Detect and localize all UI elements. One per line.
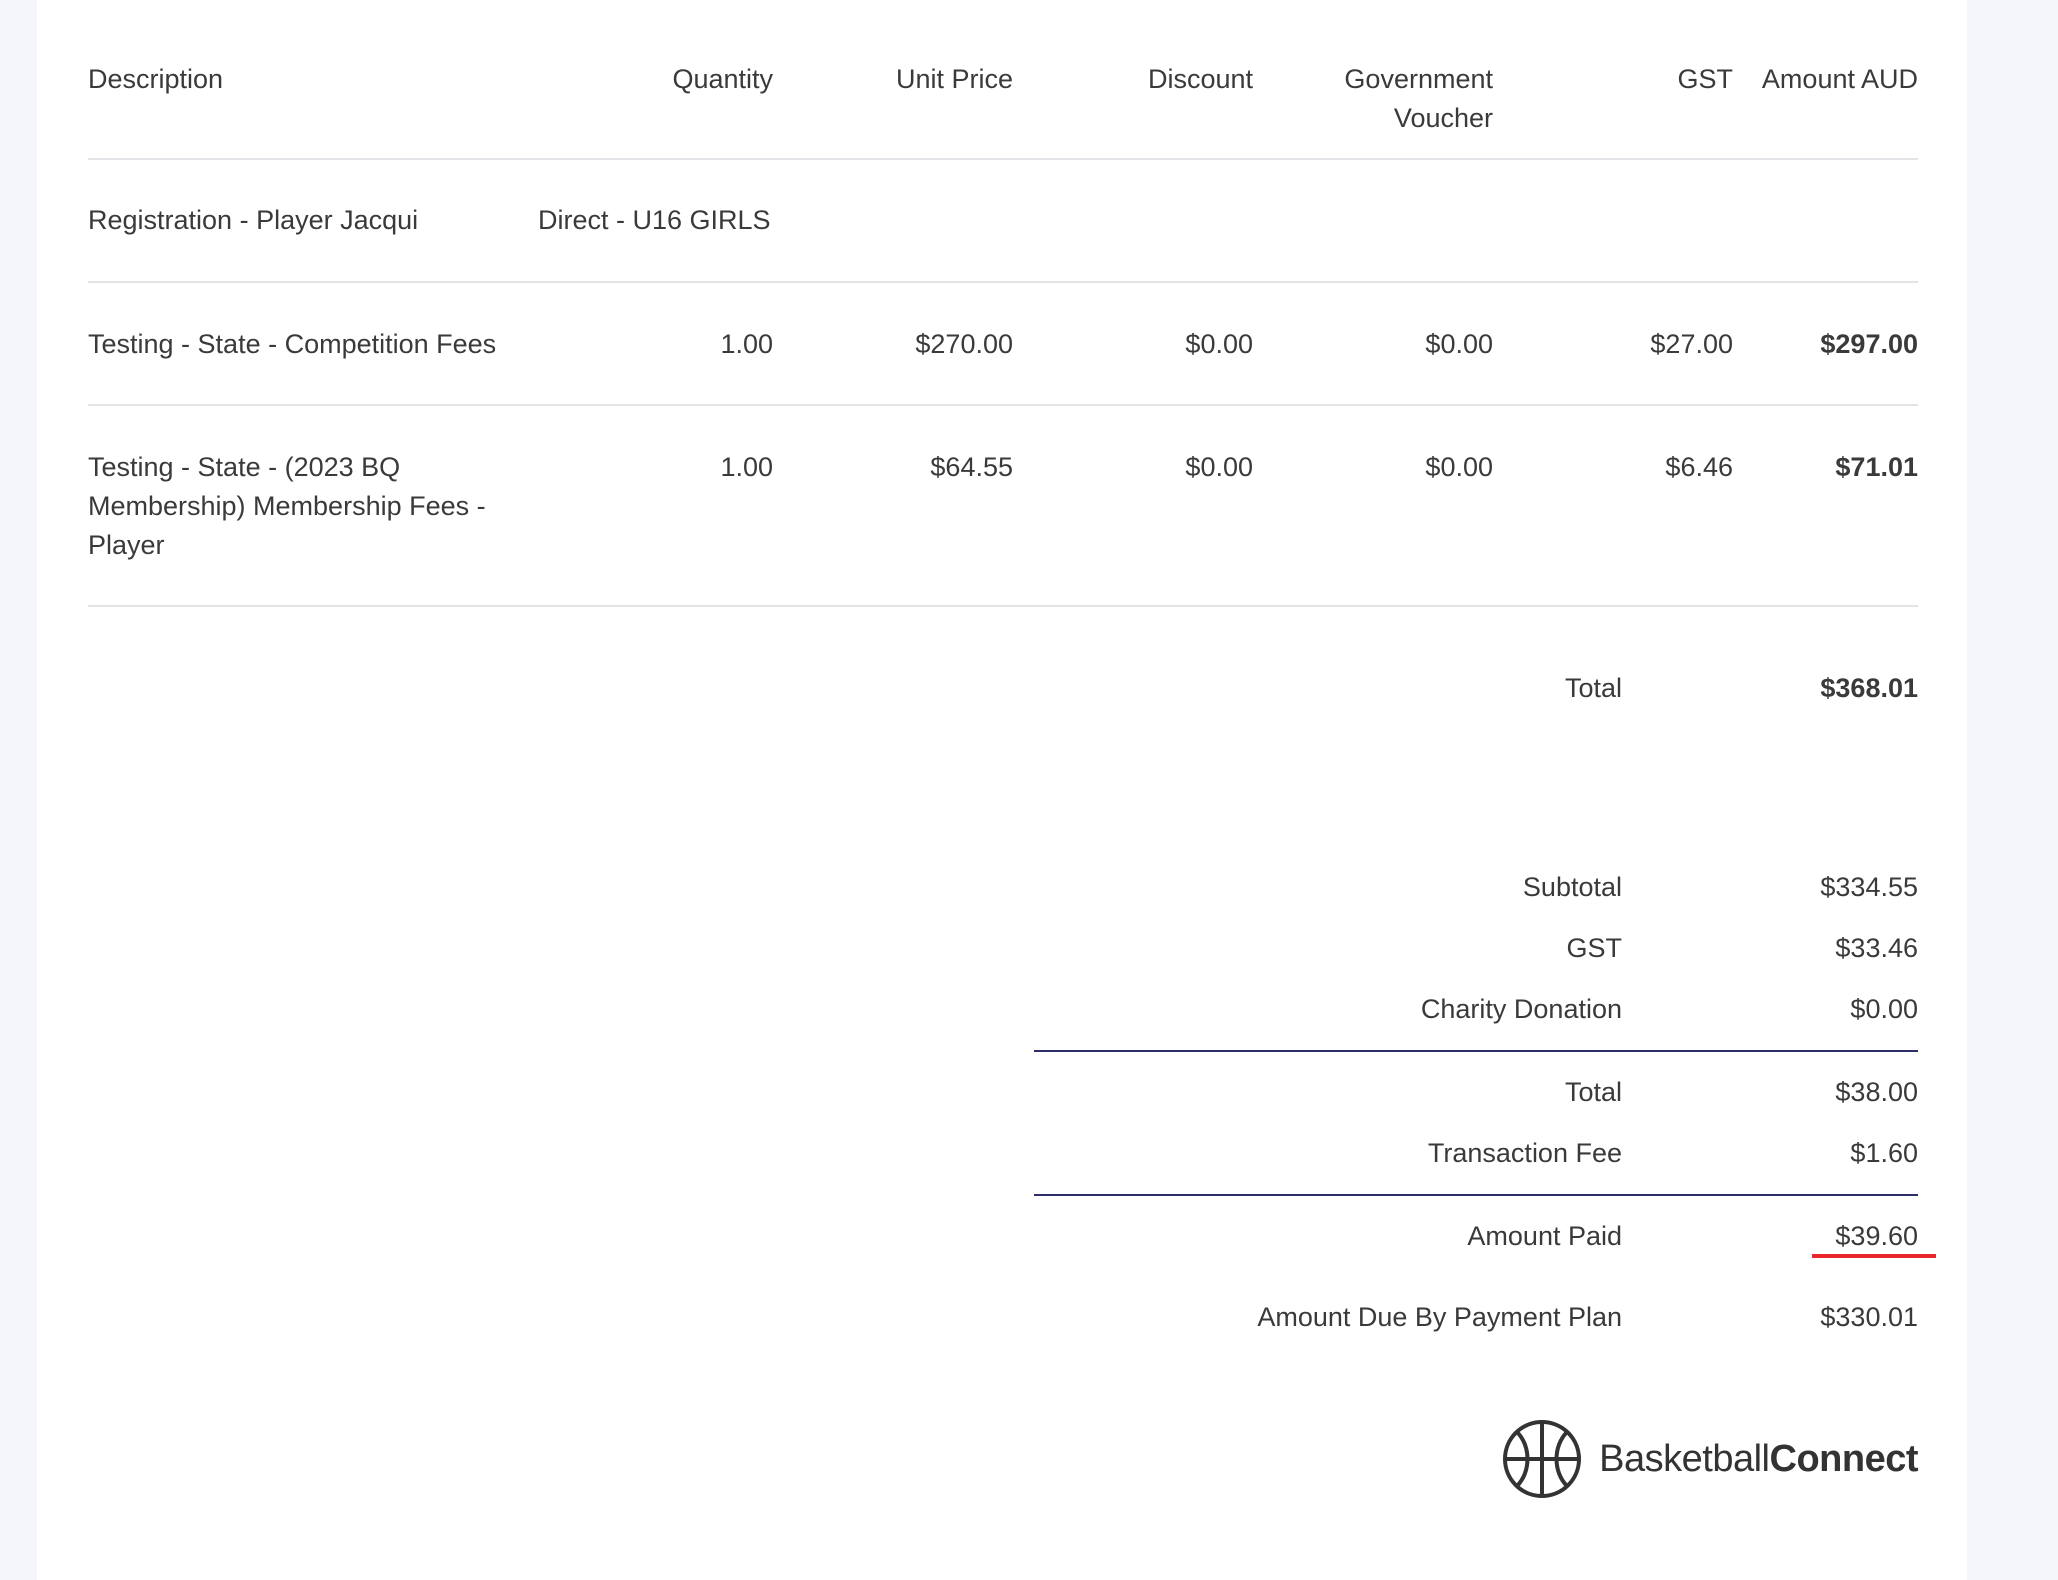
subtotal-label: Subtotal bbox=[1522, 872, 1622, 902]
invoice-page: Description Quantity Unit Price Discount… bbox=[37, 0, 1967, 1580]
gst-value: $33.46 bbox=[1835, 933, 1918, 963]
summary-divider bbox=[1034, 1050, 1918, 1052]
table-row: Testing - State - (2023 BQ Membership) M… bbox=[88, 406, 1918, 607]
amount-due-value: $330.01 bbox=[1820, 1302, 1918, 1332]
transaction-fee-value: $1.60 bbox=[1850, 1138, 1918, 1168]
charity-donation-label: Charity Donation bbox=[1420, 994, 1622, 1024]
header-quantity: Quantity bbox=[672, 64, 773, 94]
summary-total-label: Total bbox=[1564, 1077, 1622, 1107]
item-quantity: 1.00 bbox=[720, 452, 773, 482]
logo-wordmark: BasketballConnect bbox=[1599, 1438, 1918, 1481]
invoice-content: Description Quantity Unit Price Discount… bbox=[88, 0, 1936, 1498]
item-gst: $6.46 bbox=[1665, 452, 1733, 482]
registration-division: Direct - U16 GIRLS bbox=[538, 205, 771, 235]
table-total-value: $368.01 bbox=[1820, 673, 1918, 703]
charity-donation-value: $0.00 bbox=[1850, 994, 1918, 1024]
item-government-voucher: $0.00 bbox=[1425, 452, 1493, 482]
registration-group-row: Registration - Player Jacqui Direct - U1… bbox=[88, 160, 1918, 283]
header-unit-price: Unit Price bbox=[895, 64, 1013, 94]
table-row: Testing - State - Competition Fees 1.00 … bbox=[88, 283, 1918, 406]
amount-paid-label: Amount Paid bbox=[1467, 1221, 1622, 1251]
item-quantity: 1.00 bbox=[720, 329, 773, 359]
item-gst: $27.00 bbox=[1650, 329, 1733, 359]
transaction-fee-label: Transaction Fee bbox=[1427, 1138, 1622, 1168]
registration-player-name: Registration - Player Jacqui bbox=[88, 205, 419, 235]
item-amount: $297.00 bbox=[1820, 329, 1918, 359]
header-government-voucher-line2: Voucher bbox=[1393, 103, 1493, 133]
summary-divider bbox=[1034, 1194, 1918, 1196]
item-discount: $0.00 bbox=[1185, 452, 1253, 482]
header-amount: Amount AUD bbox=[1761, 64, 1918, 94]
basketball-icon bbox=[1503, 1420, 1582, 1498]
gst-label: GST bbox=[1566, 933, 1622, 963]
header-government-voucher: Government Voucher bbox=[1293, 60, 1493, 138]
item-discount: $0.00 bbox=[1185, 329, 1253, 359]
header-description: Description bbox=[88, 64, 224, 94]
item-description: Testing - State - (2023 BQ Membership) M… bbox=[88, 452, 486, 560]
header-gst: GST bbox=[1677, 64, 1733, 94]
item-unit-price: $64.55 bbox=[930, 452, 1013, 482]
item-government-voucher: $0.00 bbox=[1425, 329, 1493, 359]
table-total-label: Total bbox=[1564, 673, 1622, 703]
amount-paid-value: $39.60 bbox=[1835, 1221, 1918, 1251]
amount-due-label: Amount Due By Payment Plan bbox=[1257, 1302, 1622, 1332]
logo-text-bold: Connect bbox=[1769, 1437, 1919, 1480]
subtotal-value: $334.55 bbox=[1820, 872, 1918, 902]
summary-total-value: $38.00 bbox=[1835, 1077, 1918, 1107]
item-unit-price: $270.00 bbox=[915, 329, 1013, 359]
item-amount: $71.01 bbox=[1835, 452, 1918, 482]
table-header: Description Quantity Unit Price Discount… bbox=[88, 0, 1918, 160]
header-discount: Discount bbox=[1147, 64, 1253, 94]
amount-paid-highlight-underline bbox=[1812, 1254, 1936, 1258]
basketball-connect-logo: BasketballConnect bbox=[1501, 1418, 1918, 1500]
header-government-voucher-line1: Government bbox=[1344, 64, 1493, 94]
logo-text-light: Basketball bbox=[1599, 1437, 1770, 1480]
